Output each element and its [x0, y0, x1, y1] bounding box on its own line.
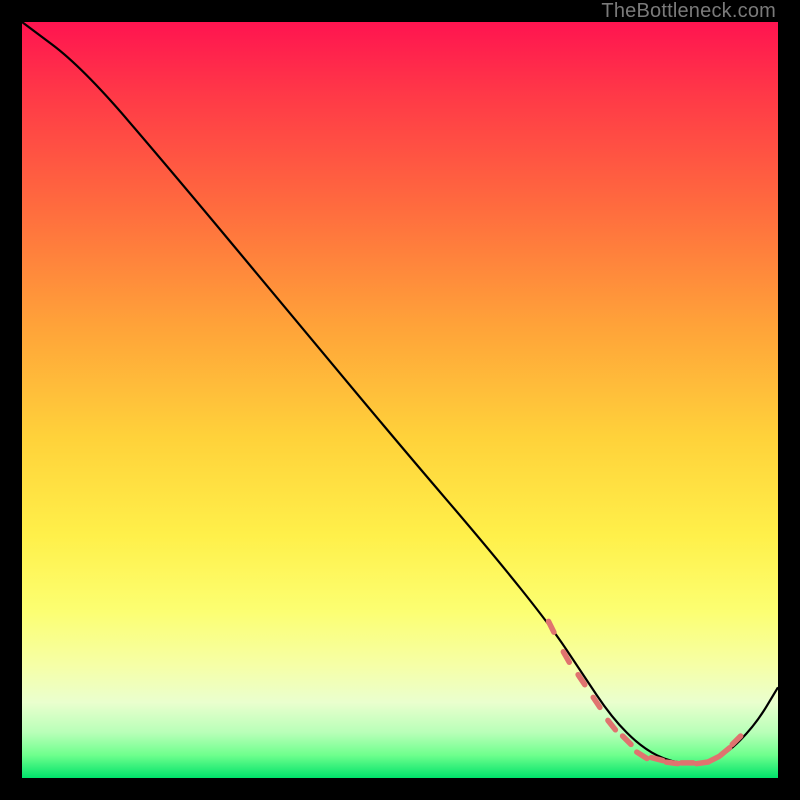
- trough-marker: [666, 762, 678, 764]
- trough-marker: [651, 758, 663, 761]
- curve-svg: [22, 22, 778, 778]
- marker-layer: [549, 621, 741, 763]
- line-layer: [22, 22, 778, 763]
- trough-marker: [732, 736, 741, 744]
- curve-path: [22, 22, 778, 763]
- trough-marker: [637, 752, 647, 758]
- watermark-text: TheBottleneck.com: [601, 0, 776, 23]
- trough-marker: [623, 736, 631, 744]
- trough-marker: [708, 756, 719, 761]
- trough-marker: [549, 621, 554, 632]
- chart-frame: TheBottleneck.com: [0, 0, 800, 800]
- plot-area: [22, 22, 778, 778]
- trough-marker: [608, 720, 616, 729]
- trough-marker: [721, 748, 730, 756]
